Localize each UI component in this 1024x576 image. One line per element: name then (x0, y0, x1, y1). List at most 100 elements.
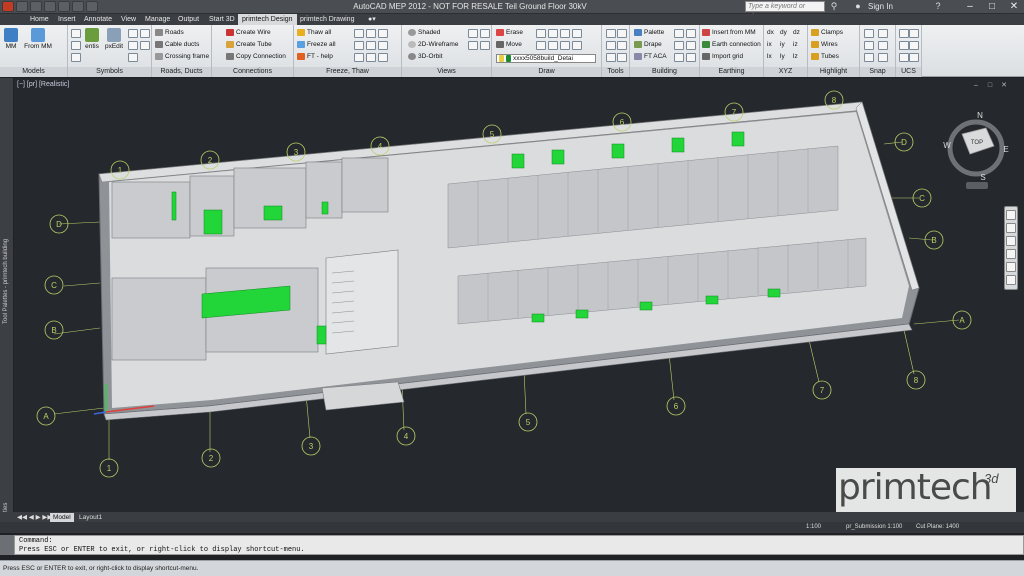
view-icon-1[interactable] (468, 29, 478, 38)
freeze-icon-g[interactable] (354, 53, 364, 62)
viewcube[interactable]: TOP N S E W (943, 111, 1009, 189)
building-icon-1[interactable] (674, 29, 684, 38)
tab-start-3d[interactable]: Start 3D (209, 14, 235, 25)
freeze-icon-b[interactable] (366, 29, 376, 38)
steering-wheel-icon[interactable] (1006, 210, 1016, 220)
ucs-icon-3[interactable] (899, 41, 909, 50)
dy-button[interactable]: dy (780, 29, 787, 37)
draw-icon-5[interactable] (536, 41, 546, 50)
tubes-button[interactable]: Tubes (811, 53, 839, 61)
freeze-icon-f[interactable] (378, 41, 388, 50)
tools-icon-1[interactable] (606, 29, 616, 38)
dz-button[interactable]: dz (793, 29, 800, 37)
annotation-scale-dropdown[interactable]: pr_Submission 1:100 (846, 522, 902, 533)
orbit-button[interactable]: 3D-Orbit (408, 53, 443, 61)
app-menu-icon[interactable] (2, 1, 14, 12)
ly-button[interactable]: ly (780, 53, 785, 61)
palette-button[interactable]: Palette (634, 29, 664, 37)
ix-button[interactable]: ix (767, 41, 772, 49)
ucs-icon-2[interactable] (909, 29, 919, 38)
insert-from-mm-button[interactable]: Insert from MM (702, 29, 756, 37)
tab-output[interactable]: Output (178, 14, 199, 25)
move-button[interactable]: Move (496, 41, 522, 49)
search-input[interactable]: Type a keyword or phrase (745, 1, 825, 20)
command-line-handle[interactable] (0, 535, 14, 555)
create-tube-button[interactable]: Create Tube (226, 41, 272, 49)
clamps-button[interactable]: Clamps (811, 29, 843, 37)
plot-icon[interactable] (86, 1, 98, 12)
building-icon-3[interactable] (674, 41, 684, 50)
iy-button[interactable]: iy (780, 41, 785, 49)
maximize-button[interactable]: □ (982, 0, 1002, 13)
drawing-viewport[interactable]: [−] [pr] [Realistic] – □ ✕ A B C D 1 2 3… (14, 78, 1024, 512)
tab-view[interactable]: View (121, 14, 136, 25)
close-button[interactable]: ✕ (1004, 0, 1024, 13)
tab-model[interactable]: Model (50, 513, 74, 522)
building-icon-4[interactable] (686, 41, 696, 50)
tools-icon-3[interactable] (606, 41, 616, 50)
symbol-icon-5[interactable] (128, 41, 138, 50)
tab-annotate[interactable]: Annotate (84, 14, 112, 25)
draw-icon-4[interactable] (572, 29, 582, 38)
freeze-icon-e[interactable] (366, 41, 376, 50)
open-icon[interactable] (30, 1, 42, 12)
iz-button[interactable]: iz (793, 41, 798, 49)
pan-icon[interactable] (1006, 223, 1016, 233)
sign-in-link[interactable]: Sign In (868, 0, 893, 14)
wires-button[interactable]: Wires (811, 41, 838, 49)
ucs-icon-6[interactable] (909, 53, 919, 62)
tools-icon-2[interactable] (617, 29, 627, 38)
tab-primtech-design[interactable]: primtech Design (238, 14, 297, 25)
ft-aca-button[interactable]: FT ACA (634, 53, 667, 61)
symbol-icon-4[interactable] (128, 29, 138, 38)
tab-layout1[interactable]: Layout1 (76, 513, 105, 522)
ft-help-button[interactable]: FT - help (297, 53, 333, 61)
symbol-icon-6[interactable] (128, 53, 138, 62)
draw-icon-1[interactable] (536, 29, 546, 38)
new-icon[interactable] (16, 1, 28, 12)
snap-icon-4[interactable] (878, 41, 888, 50)
symbol-icon-2[interactable] (71, 41, 81, 50)
cut-plane-value[interactable]: Cut Plane: 1400 (916, 522, 959, 533)
showmotion-icon[interactable] (1006, 262, 1016, 272)
draw-icon-3[interactable] (560, 29, 570, 38)
draw-icon-8[interactable] (572, 41, 582, 50)
freeze-icon-i[interactable] (378, 53, 388, 62)
ucs-icon-1[interactable] (899, 29, 909, 38)
nav-settings-icon[interactable] (1006, 275, 1016, 285)
navigation-bar[interactable] (1004, 206, 1018, 290)
view-icon-2[interactable] (480, 29, 490, 38)
from-mm-button[interactable]: From MM (22, 28, 54, 50)
layer-dropdown[interactable]: xxxx5058build_Detai (496, 54, 596, 63)
symbol-icon-1[interactable] (71, 29, 81, 38)
undo-icon[interactable] (58, 1, 70, 12)
symbol-icon-7[interactable] (140, 29, 150, 38)
building-icon-6[interactable] (686, 53, 696, 62)
thaw-all-button[interactable]: Thaw all (297, 29, 331, 37)
import-grid-button[interactable]: Import grid (702, 53, 743, 61)
snap-icon-1[interactable] (864, 29, 874, 38)
freeze-icon-a[interactable] (354, 29, 364, 38)
freeze-all-button[interactable]: Freeze all (297, 41, 336, 49)
ucs-icon-5[interactable] (899, 53, 909, 62)
tools-icon-4[interactable] (617, 41, 627, 50)
zoom-icon[interactable] (1006, 236, 1016, 246)
save-icon[interactable] (44, 1, 56, 12)
tab-home[interactable]: Home (30, 14, 49, 25)
redo-icon[interactable] (72, 1, 84, 12)
tab-primtech-drawing[interactable]: primtech Drawing (300, 14, 354, 25)
tool-palette-strip[interactable]: Tool Palettes - primtech building Proper… (0, 78, 14, 530)
minimize-button[interactable]: – (960, 0, 980, 13)
snap-icon-2[interactable] (878, 29, 888, 38)
freeze-icon-c[interactable] (378, 29, 388, 38)
binoculars-icon[interactable]: ⚲ (828, 1, 840, 12)
pxedit-button[interactable]: pxEdit (103, 28, 125, 50)
drape-button[interactable]: Drape (634, 41, 662, 49)
lx-button[interactable]: lx (767, 53, 772, 61)
ribbon-minimize-icon[interactable]: ●▾ (368, 14, 376, 25)
copy-connection-button[interactable]: Copy Connection (226, 53, 286, 61)
tab-insert[interactable]: Insert (58, 14, 76, 25)
snap-icon-3[interactable] (864, 41, 874, 50)
freeze-icon-d[interactable] (354, 41, 364, 50)
orbit-nav-icon[interactable] (1006, 249, 1016, 259)
